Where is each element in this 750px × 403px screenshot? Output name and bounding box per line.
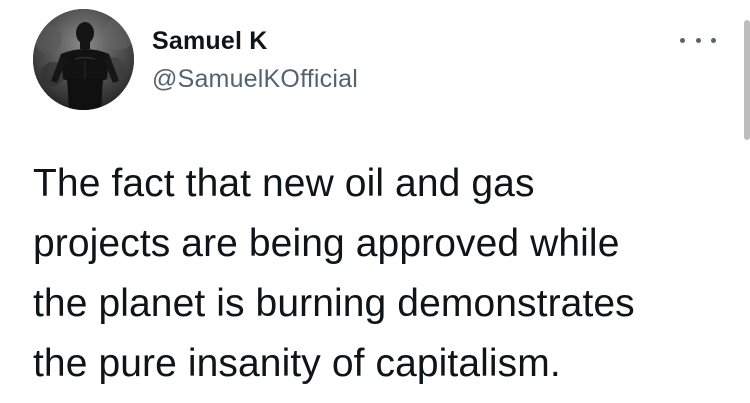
tweet-card: Samuel K @SamuelKOfficial The fact that … bbox=[0, 0, 750, 403]
tweet-text-line: The fact that new oil and gas bbox=[33, 162, 535, 205]
author-display-name[interactable]: Samuel K bbox=[152, 26, 358, 56]
avatar-photo-icon bbox=[33, 9, 134, 110]
author-handle[interactable]: @SamuelKOfficial bbox=[152, 64, 358, 94]
scrollbar[interactable] bbox=[744, 20, 750, 140]
tweet-text-line: projects are being approved while bbox=[33, 222, 620, 265]
more-horizontal-icon bbox=[680, 37, 685, 43]
more-horizontal-icon-dot bbox=[695, 37, 701, 43]
tweet-text-line: the pure insanity of capitalism. bbox=[33, 342, 561, 385]
author-avatar[interactable] bbox=[33, 9, 134, 110]
author-info: Samuel K @SamuelKOfficial bbox=[152, 26, 358, 94]
tweet-text-line: the planet is burning demonstrates bbox=[33, 282, 635, 325]
more-horizontal-icon-dot bbox=[711, 37, 716, 43]
tweet-text: The fact that new oil and gas projects a… bbox=[33, 154, 733, 394]
more-options-button[interactable] bbox=[680, 30, 716, 50]
